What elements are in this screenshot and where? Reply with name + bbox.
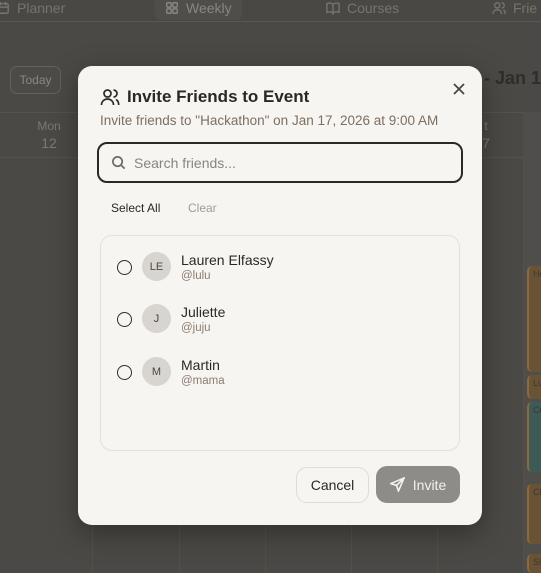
avatar: M: [142, 357, 171, 386]
select-all-button[interactable]: Select All: [111, 201, 160, 215]
close-button[interactable]: [450, 80, 468, 98]
search-icon: [112, 156, 126, 170]
friend-row[interactable]: LE Lauren Elfassy @lulu: [101, 246, 459, 290]
cancel-button[interactable]: Cancel: [296, 467, 369, 503]
users-icon: [100, 89, 120, 106]
avatar: J: [142, 304, 171, 333]
friend-name: Lauren Elfassy: [181, 252, 274, 268]
avatar: LE: [142, 252, 171, 281]
friend-select-radio[interactable]: [117, 365, 132, 380]
friend-select-radio[interactable]: [117, 260, 132, 275]
friend-select-radio[interactable]: [117, 312, 132, 327]
modal-header: Invite Friends to Event: [100, 87, 309, 107]
friend-row[interactable]: J Juliette @juju: [101, 298, 459, 342]
friend-name: Juliette: [181, 304, 226, 320]
invite-button-label: Invite: [412, 476, 447, 493]
send-icon: [389, 477, 405, 492]
close-icon: [453, 83, 465, 95]
invite-button[interactable]: Invite: [376, 466, 460, 503]
search-field[interactable]: [97, 142, 463, 183]
search-input[interactable]: [134, 154, 434, 171]
friend-handle: @lulu: [181, 270, 211, 282]
friend-row[interactable]: M Martin @mama: [101, 351, 459, 395]
friend-name: Martin: [181, 357, 220, 373]
clear-button[interactable]: Clear: [188, 201, 217, 215]
modal-title: Invite Friends to Event: [127, 87, 310, 106]
invite-friends-modal: Invite Friends to Event Invite friends t…: [78, 66, 482, 525]
friend-handle: @juju: [181, 322, 211, 334]
friends-list: LE Lauren Elfassy @lulu J Juliette @juju…: [100, 235, 460, 451]
friend-handle: @mama: [181, 375, 225, 387]
modal-subtitle: Invite friends to "Hackathon" on Jan 17,…: [100, 113, 439, 128]
